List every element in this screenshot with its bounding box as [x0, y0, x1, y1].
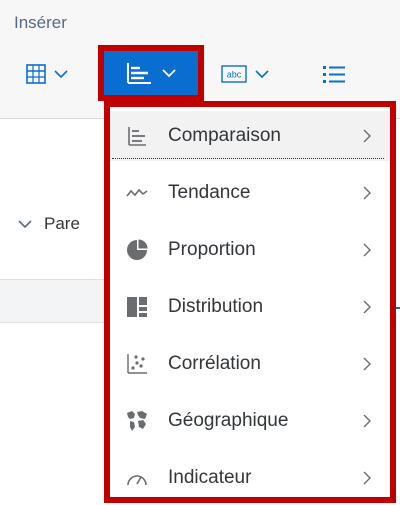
chevron-down-icon — [18, 220, 32, 229]
chevron-down-icon — [162, 69, 176, 78]
chart-insert-button[interactable] — [98, 45, 204, 101]
menu-item-label: Géographique — [168, 410, 289, 431]
gauge-icon — [124, 465, 150, 491]
text-box-icon-label: abc — [227, 70, 242, 80]
list-icon — [323, 66, 345, 83]
chart-type-menu: Comparaison Tendance Proportion Distribu… — [104, 101, 396, 503]
text-insert-button[interactable]: abc — [221, 56, 269, 92]
section-title: Insérer — [14, 13, 67, 32]
menu-item-label: Proportion — [168, 239, 256, 260]
menu-item-indicateur[interactable]: Indicateur — [110, 453, 390, 503]
chevron-right-icon — [363, 471, 371, 485]
list-insert-button[interactable] — [322, 56, 346, 92]
chevron-right-icon — [363, 186, 371, 200]
table-insert-button[interactable] — [26, 56, 68, 92]
comparison-icon — [124, 123, 150, 149]
focus-outline — [112, 158, 384, 159]
chevron-right-icon — [363, 300, 371, 314]
distribution-icon — [124, 294, 150, 320]
menu-item-correlation[interactable]: Corrélation — [110, 339, 390, 389]
scatter-icon — [124, 351, 150, 377]
menu-item-tendance[interactable]: Tendance — [110, 168, 390, 218]
map-icon — [124, 408, 150, 434]
table-icon — [26, 64, 46, 84]
bar-chart-icon — [127, 63, 151, 84]
menu-item-label: Comparaison — [168, 125, 281, 146]
menu-item-geographique[interactable]: Géographique — [110, 396, 390, 446]
collapsible-row[interactable]: Pare — [18, 214, 80, 234]
row-label: Pare — [44, 214, 80, 233]
chevron-down-icon — [54, 70, 68, 79]
trend-icon — [124, 180, 150, 206]
chevron-right-icon — [363, 243, 371, 257]
chevron-down-icon — [255, 70, 269, 79]
menu-item-comparaison[interactable]: Comparaison — [110, 111, 390, 161]
pie-icon — [124, 237, 150, 263]
menu-item-label: Corrélation — [168, 353, 261, 374]
menu-item-distribution[interactable]: Distribution — [110, 282, 390, 332]
chevron-right-icon — [363, 414, 371, 428]
chevron-right-icon — [363, 129, 371, 143]
menu-item-label: Tendance — [168, 182, 251, 203]
table-row-band — [0, 279, 110, 323]
menu-item-label: Indicateur — [168, 467, 252, 488]
chevron-right-icon — [363, 357, 371, 371]
text-box-icon: abc — [221, 65, 247, 83]
menu-item-proportion[interactable]: Proportion — [110, 225, 390, 275]
menu-item-label: Distribution — [168, 296, 264, 317]
